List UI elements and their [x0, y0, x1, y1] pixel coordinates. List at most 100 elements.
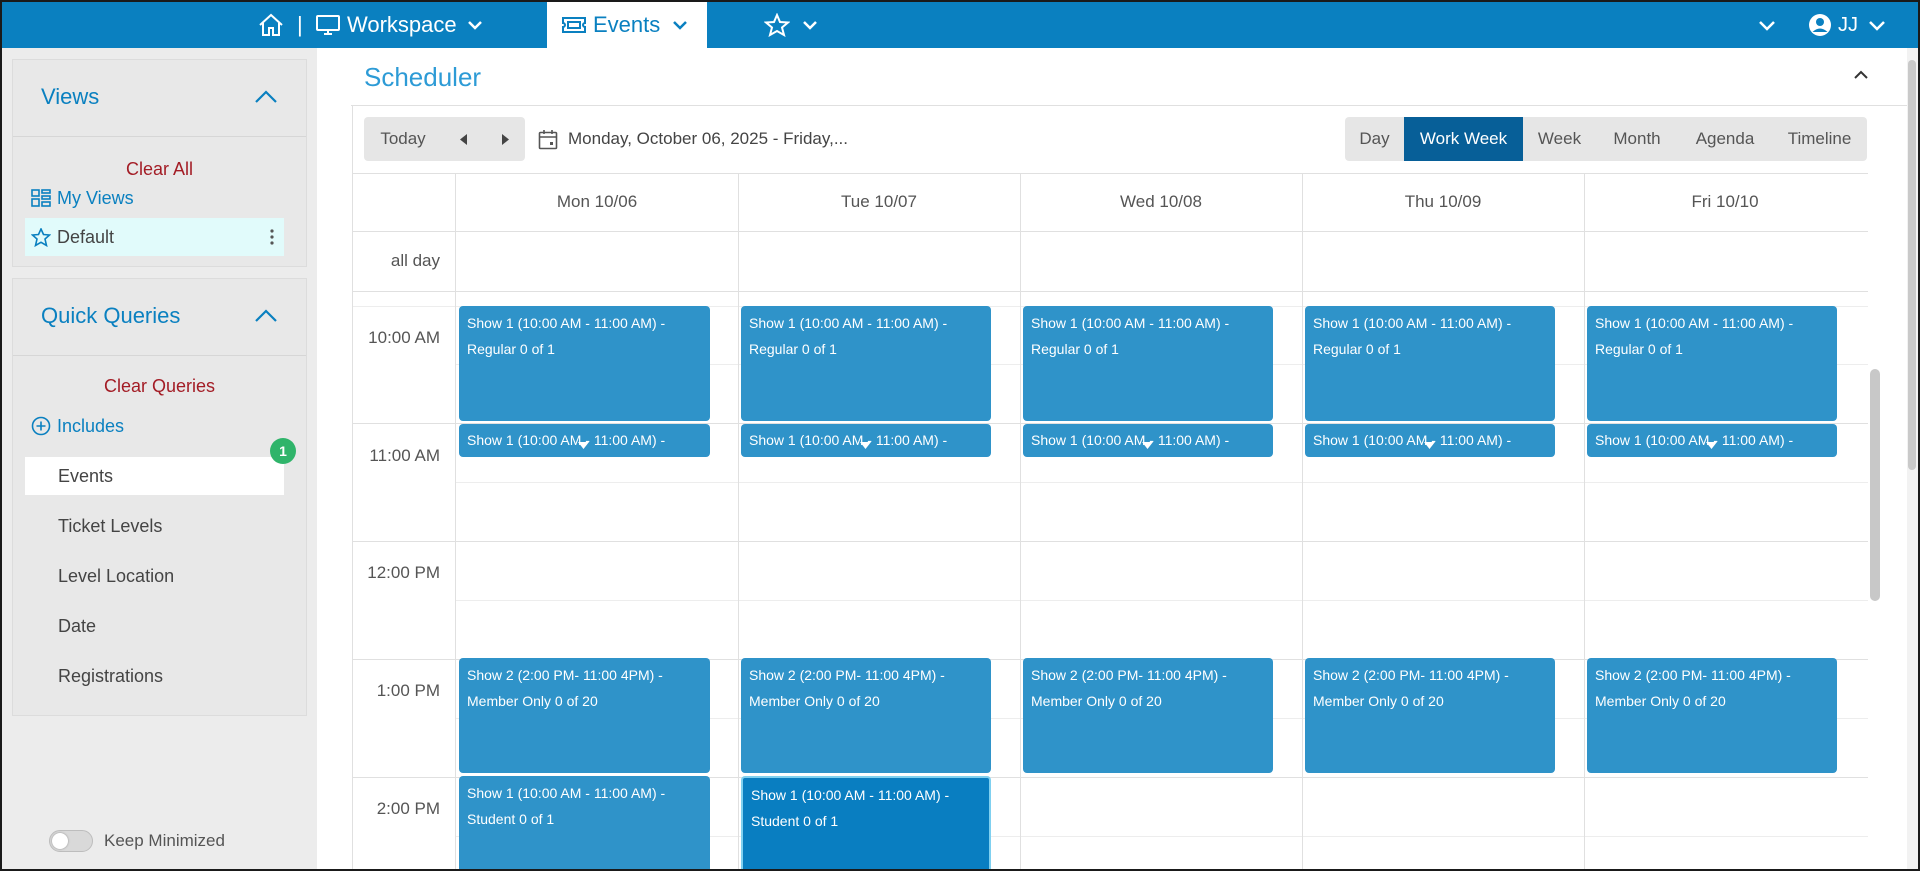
event-title: Show 1 (10:00 AM - 11:00 AM) -: [749, 315, 948, 331]
event-show1-short[interactable]: Show 1 (10:00 AM - 11:00 AM) -: [741, 424, 991, 457]
view-day-button[interactable]: Day: [1345, 117, 1404, 161]
views-title: Views: [41, 84, 100, 109]
event-show1-regular[interactable]: Show 1 (10:00 AM - 11:00 AM) - Regular 0 …: [1023, 306, 1273, 421]
more-menu-button[interactable]: [1758, 2, 1780, 48]
event-show1-short[interactable]: Show 1 (10:00 AM - 11:00 AM) -: [459, 424, 710, 457]
event-detail: Student 0 of 1: [467, 811, 555, 827]
event-detail: Member Only 0 of 20: [467, 693, 598, 709]
event-detail: Member Only 0 of 20: [1031, 693, 1162, 709]
day-header-tue[interactable]: Tue 10/07: [738, 173, 1020, 231]
home-button[interactable]: [258, 2, 288, 48]
event-show1-regular[interactable]: Show 1 (10:00 AM - 11:00 AM) - Regular 0 …: [1587, 306, 1837, 421]
event-title: Show 2 (2:00 PM- 11:00 4PM) -: [1313, 667, 1509, 683]
events-tab[interactable]: Events: [547, 2, 707, 48]
event-show2-member[interactable]: Show 2 (2:00 PM- 11:00 4PM) - Member Only…: [1305, 658, 1555, 773]
event-detail: Regular 0 of 1: [1031, 341, 1119, 357]
event-title: Show 1 (10:00 AM - 11:00 AM) -: [749, 432, 948, 448]
events-count-badge: 1: [270, 438, 296, 464]
grid-line: [352, 541, 1868, 542]
kebab-menu-icon[interactable]: [270, 229, 274, 245]
app-window: | Workspace Events JJ Views Clear All My…: [0, 0, 1920, 871]
day-header-mon[interactable]: Mon 10/06: [456, 173, 738, 231]
event-title: Show 1 (10:00 AM - 11:00 AM) -: [1595, 315, 1794, 331]
event-title: Show 2 (2:00 PM- 11:00 4PM) -: [749, 667, 945, 683]
top-navigation-bar: | Workspace Events JJ: [2, 2, 1918, 48]
event-show2-member[interactable]: Show 2 (2:00 PM- 11:00 4PM) - Member Only…: [741, 658, 991, 773]
today-button[interactable]: Today: [364, 117, 442, 161]
user-initials: JJ: [1838, 13, 1858, 36]
event-show2-member[interactable]: Show 2 (2:00 PM- 11:00 4PM) - Member Only…: [1587, 658, 1837, 773]
query-item-date[interactable]: Date: [25, 607, 284, 645]
chevron-down-icon: [467, 21, 482, 30]
my-views-item[interactable]: My Views: [25, 179, 284, 217]
query-item-level-location[interactable]: Level Location: [25, 557, 284, 595]
event-show1-regular[interactable]: Show 1 (10:00 AM - 11:00 AM) - Regular 0 …: [1305, 306, 1555, 421]
query-item-label: Date: [58, 615, 97, 636]
chevron-up-icon[interactable]: [254, 309, 278, 323]
event-show1-short[interactable]: Show 1 (10:00 AM - 11:00 AM) -: [1587, 424, 1837, 457]
event-title: Show 2 (2:00 PM- 11:00 4PM) -: [467, 667, 663, 683]
view-agenda-button[interactable]: Agenda: [1678, 117, 1772, 161]
grid-line: [352, 231, 1868, 232]
chevron-down-icon: [1759, 20, 1775, 31]
event-title: Show 1 (10:00 AM - 11:00 AM) -: [751, 787, 950, 803]
event-show1-student-selected[interactable]: Show 1 (10:00 AM - 11:00 AM) - Student 0 …: [741, 776, 991, 869]
nav-separator: |: [297, 12, 303, 37]
query-item-registrations[interactable]: Registrations: [25, 657, 284, 695]
caret-down-icon: [1142, 442, 1153, 449]
date-range-picker[interactable]: Monday, October 06, 2025 - Friday,...: [538, 117, 848, 161]
favorites-menu[interactable]: [764, 2, 824, 48]
grid-line: [1584, 173, 1585, 869]
time-label: 1:00 PM: [376, 681, 440, 700]
calendar-icon: [538, 129, 558, 149]
previous-button[interactable]: [444, 117, 484, 161]
view-timeline-button[interactable]: Timeline: [1772, 117, 1867, 161]
event-show1-regular[interactable]: Show 1 (10:00 AM - 11:00 AM) - Regular 0 …: [741, 306, 991, 421]
time-label: 12:00 PM: [367, 563, 440, 582]
event-show1-short[interactable]: Show 1 (10:00 AM - 11:00 AM) -: [1023, 424, 1273, 457]
day-header-thu[interactable]: Thu 10/09: [1302, 173, 1584, 231]
quick-queries-header[interactable]: Quick Queries: [13, 279, 306, 356]
event-show2-member[interactable]: Show 2 (2:00 PM- 11:00 4PM) - Member Only…: [459, 658, 710, 773]
event-detail: Student 0 of 1: [751, 813, 839, 829]
time-label: 11:00 AM: [369, 446, 440, 465]
event-show2-member[interactable]: Show 2 (2:00 PM- 11:00 4PM) - Member Only…: [1023, 658, 1273, 773]
query-item-events[interactable]: Events: [25, 457, 284, 495]
my-views-label: My Views: [57, 187, 134, 208]
views-panel: Views Clear All My Views Default: [12, 59, 307, 267]
view-work-week-button[interactable]: Work Week: [1404, 117, 1523, 161]
grid-line: [352, 291, 1868, 292]
keep-minimized-toggle[interactable]: [49, 830, 93, 852]
query-item-ticket-levels[interactable]: Ticket Levels: [25, 507, 284, 545]
event-show1-short[interactable]: Show 1 (10:00 AM - 11:00 AM) -: [1305, 424, 1555, 457]
home-icon: [259, 13, 283, 36]
chevron-up-icon[interactable]: [254, 90, 278, 104]
day-header-wed[interactable]: Wed 10/08: [1020, 173, 1302, 231]
chevron-up-icon[interactable]: [1853, 70, 1869, 80]
day-header-fri[interactable]: Fri 10/10: [1584, 173, 1866, 231]
default-view-item[interactable]: Default: [25, 218, 284, 256]
event-title: Show 1 (10:00 AM - 11:00 AM) -: [1313, 315, 1512, 331]
event-detail: Member Only 0 of 20: [749, 693, 880, 709]
page-scrollbar-thumb[interactable]: [1908, 60, 1916, 470]
clear-all-link[interactable]: Clear All: [13, 159, 306, 180]
caret-right-icon: [502, 133, 509, 145]
view-month-button[interactable]: Month: [1596, 117, 1678, 161]
event-detail: Member Only 0 of 20: [1313, 693, 1444, 709]
time-label: 10:00 AM: [368, 328, 440, 347]
chevron-down-icon: [673, 21, 688, 30]
view-week-button[interactable]: Week: [1523, 117, 1596, 161]
views-panel-header[interactable]: Views: [13, 60, 306, 137]
grid-line: [456, 482, 1868, 483]
event-title: Show 1 (10:00 AM - 11:00 AM) -: [467, 785, 666, 801]
next-button[interactable]: [485, 117, 525, 161]
includes-item[interactable]: Includes: [25, 407, 284, 445]
workspace-menu[interactable]: Workspace: [315, 2, 490, 48]
event-show1-regular[interactable]: Show 1 (10:00 AM - 11:00 AM) - Regular 0 …: [459, 306, 710, 421]
clear-queries-link[interactable]: Clear Queries: [13, 376, 306, 397]
user-menu[interactable]: JJ: [1808, 2, 1888, 48]
event-detail: Regular 0 of 1: [1313, 341, 1401, 357]
query-item-label: Events: [58, 465, 114, 486]
event-show1-student[interactable]: Show 1 (10:00 AM - 11:00 AM) - Student 0 …: [459, 776, 710, 869]
calendar-scrollbar-thumb[interactable]: [1870, 369, 1880, 601]
